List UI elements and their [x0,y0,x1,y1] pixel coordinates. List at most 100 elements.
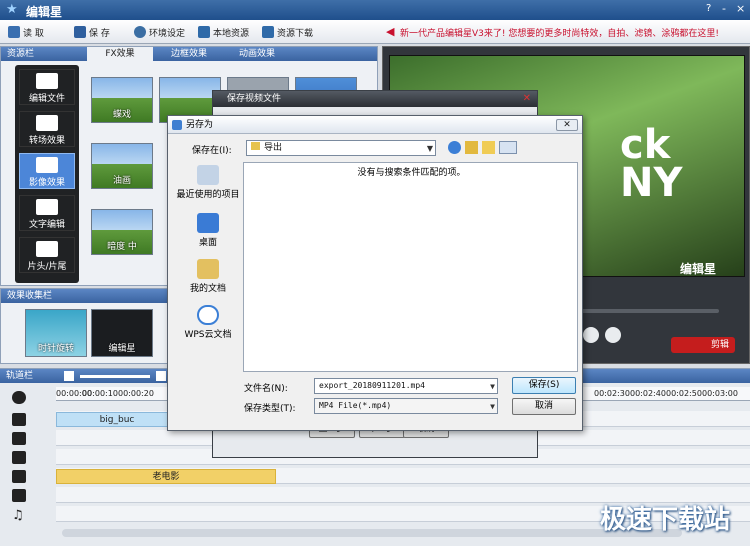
effect-thumb[interactable]: 暗度 中 [91,209,153,255]
category-label: 编辑文件 [28,94,65,104]
place-label: 我的文档 [189,284,226,294]
category-edit-file[interactable]: 编辑文件 [19,69,75,105]
promo-marquee[interactable]: 新一代产品编辑星V3来了! 您想要的更多时尚特效，自拍、滤镜、涂鸦都在这里! [400,26,719,39]
ruler-tick: 00:02:40 [630,389,666,398]
filename-value: export_20180911201.mp4 [319,381,425,390]
speaker-icon: ◀ [386,25,395,38]
file-list[interactable]: 没有与搜索条件匹配的项。 [243,162,578,372]
play-button[interactable] [583,327,599,343]
gear-icon [134,26,146,38]
back-icon[interactable] [448,141,461,154]
category-text-edit[interactable]: 文字编辑 [19,195,75,231]
place-label: 桌面 [198,238,217,248]
save-in-value: 导出 [264,143,283,153]
effect-thumb-label: 暗度 中 [107,242,137,252]
view-menu-icon[interactable] [499,141,517,154]
help-button[interactable]: ? [706,3,711,14]
upload-icon [198,26,210,38]
desktop-icon [197,213,219,233]
empty-message: 没有与搜索条件匹配的项。 [357,168,466,178]
minimize-button[interactable]: - [722,2,726,15]
save-button[interactable]: 保 存 [74,24,110,40]
place-recent[interactable]: 最近使用的项目 [172,165,244,200]
category-label: 转场效果 [28,136,65,146]
ruler-tick: 00:03:00 [702,389,738,398]
tab-fx[interactable]: FX效果 [87,47,153,61]
app-title: 编辑星 [26,5,63,19]
save-cancel-button[interactable]: 取消 [512,398,576,415]
resource-download-button[interactable]: 资源下载 [262,24,313,40]
stop-button[interactable] [605,327,621,343]
category-label: 影像效果 [28,178,65,188]
zoom-slider[interactable] [80,375,150,378]
tab-border[interactable]: 边框效果 [159,47,219,61]
category-intro-outro[interactable]: 片头/片尾 [19,237,75,273]
app-icon [172,120,182,130]
save-in-select[interactable]: 导出 ▼ [246,140,436,156]
place-documents[interactable]: 我的文档 [172,259,244,294]
read-label: 读 取 [23,28,44,39]
tab-animation[interactable]: 动画效果 [227,47,287,61]
text-icon [12,489,26,502]
category-label: 片头/片尾 [27,262,67,272]
film-icon [36,73,58,89]
mute-icon [12,432,26,445]
up-folder-icon[interactable] [465,141,478,154]
effect-thumb[interactable]: 油画 [91,143,153,189]
folder-open-icon [8,26,20,38]
read-button[interactable]: 读 取 [8,24,44,40]
documents-icon [197,259,219,279]
close-button[interactable]: × [736,2,745,15]
place-desktop[interactable]: 桌面 [172,213,244,248]
text-icon [36,199,58,215]
save-as-dialog: 另存为 ✕ 保存在(I): 导出 ▼ 最近使用的项目 桌面 我的文档 WPS云文… [167,115,583,431]
zoom-in-button[interactable] [156,371,166,381]
app-logo-icon: ★ [6,2,18,17]
category-list: 编辑文件 转场效果 影像效果 文字编辑 片头/片尾 [15,65,79,283]
effect-thumb-label: 油画 [112,176,131,186]
filename-label: 文件名(N): [244,384,288,394]
title-bar: ★ 编辑星 ? - × [0,0,750,20]
new-folder-icon[interactable] [482,141,495,154]
env-settings-label: 环境设定 [149,28,186,39]
save-as-dialog-title: 另存为 [168,116,582,134]
filename-input[interactable]: export_20180911201.mp4 ▼ [314,378,498,394]
filetype-value: MP4 File(*.mp4) [319,401,392,410]
site-watermark: 极速下载站 [599,505,730,535]
category-transition[interactable]: 转场效果 [19,111,75,147]
places-bar: 最近使用的项目 桌面 我的文档 WPS云文档 [172,161,242,375]
close-button[interactable]: ✕ [556,119,578,131]
blocks-icon [36,241,58,257]
save-video-dialog-title: 保存视频文件 [213,91,537,107]
category-image-effect[interactable]: 影像效果 [19,153,75,189]
save-confirm-button[interactable]: 保存(S) [512,377,576,394]
zoom-out-button[interactable] [64,371,74,381]
audio-clip[interactable]: 老电影 [56,469,276,484]
collected-effect[interactable]: 编辑星 [91,309,153,357]
effect-thumb[interactable]: 蝶戏 [91,77,153,123]
edit-button-label: 剪辑 [710,340,729,350]
edit-button[interactable]: 剪辑 [671,337,735,353]
video-clip[interactable]: big_buc [56,412,178,427]
ab-icon [36,115,58,131]
ruler-tick: 00:02:30 [594,389,630,398]
filetype-select[interactable]: MP4 File(*.mp4) ▼ [314,398,498,414]
close-icon[interactable]: ✕ [523,93,531,104]
music-note-icon: ♫ [12,508,24,523]
chevron-down-icon: ▼ [426,144,433,153]
local-resource-button[interactable]: 本地资源 [198,24,249,40]
place-label: 最近使用的项目 [176,190,240,200]
collected-effect[interactable]: 时针旋转 [25,309,87,357]
env-settings-button[interactable]: 环境设定 [134,24,185,40]
save-icon [74,26,86,38]
h-scrollbar[interactable] [62,529,682,537]
video-title-text: ck NY [620,122,683,206]
local-resource-label: 本地资源 [213,28,250,39]
place-wps-cloud[interactable]: WPS云文档 [172,305,244,340]
effect-thumb-label: 蝶戏 [112,110,131,120]
magic-wand-icon [36,157,58,173]
resource-panel-title: 资源栏 [7,49,35,59]
download-icon [262,26,274,38]
collected-effect-label: 时针旋转 [37,344,74,354]
collected-effect-label: 编辑星 [108,344,136,354]
